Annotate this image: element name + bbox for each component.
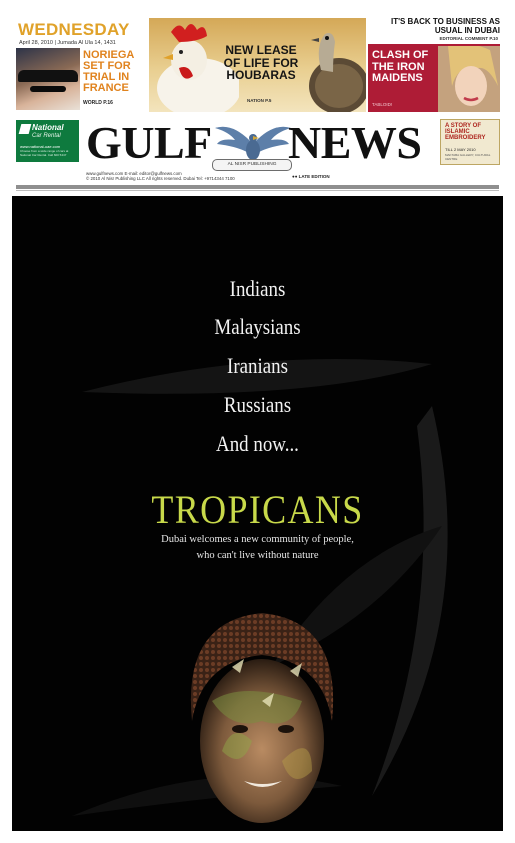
teaser-iron-maidens[interactable]: IT'S BACK TO BUSINESS AS USUAL IN DUBAI …	[368, 18, 500, 112]
logo-news[interactable]: NEWS	[288, 120, 422, 166]
newspaper-page: WEDNESDAY April 28, 2010 | Jumada Al Ula…	[12, 12, 503, 831]
teaser-headline: NORIEGA SET FOR TRIAL IN FRANCE	[83, 49, 134, 94]
national-car-rental-ad[interactable]: National Car Rental www.national-uae.com…	[16, 120, 79, 162]
teaser-section: WORLD P.16	[83, 100, 113, 106]
cap-shape	[18, 70, 78, 82]
advert-tagline: Dubai welcomes a new community of people…	[161, 534, 354, 545]
actress-photo	[438, 46, 500, 112]
nationality-line: And now...	[216, 431, 299, 456]
islamic-embroidery-ad[interactable]: A STORY OF ISLAMIC EMBROIDERY TILL 2 MAY…	[440, 119, 500, 165]
ad-title: National	[32, 123, 64, 132]
logo-gulf[interactable]: GULF	[86, 120, 212, 166]
advert-tagline: who can't live without nature	[196, 550, 319, 561]
top-story-section: EDITORIAL COMMENT P.10	[439, 36, 498, 41]
issue-date: April 28, 2010 | Jumada Al Ula 14, 1431	[19, 40, 116, 46]
noriega-photo	[16, 48, 80, 110]
teaser-headline: CLASH OF THE IRON MAIDENS	[372, 49, 429, 84]
publisher-badge: AL NISR PUBLISHING	[212, 159, 292, 171]
houbara-bird-image	[309, 33, 366, 112]
advert-headline: TROPICANS	[151, 487, 364, 532]
nationality-line: Malaysians	[214, 314, 301, 339]
copyright-line: © 2010 Al Nisr Publishing LLC All rights…	[86, 176, 235, 182]
teaser-houbaras[interactable]: NEW LEASE OF LIFE FOR HOUBARAS NATION P.…	[149, 18, 366, 112]
ad-subtitle: Car Rental	[32, 133, 61, 139]
ad-venue: MAKTABA GALLERY, CULTURAL CENTRE	[445, 153, 491, 161]
nationality-line: Iranians	[227, 353, 288, 378]
sunglasses-shape	[30, 86, 66, 92]
edition-label: ●● LATE EDITION	[292, 174, 330, 179]
masthead: WEDNESDAY April 28, 2010 | Jumada Al Ula…	[12, 12, 503, 196]
top-story-headline: IT'S BACK TO BUSINESS AS USUAL IN DUBAI	[390, 18, 500, 35]
ad-date: TILL 2 MAY 2010	[445, 147, 476, 152]
woman-portrait-image	[190, 613, 334, 823]
tropicans-advert[interactable]: Indians Malaysians Iranians Russians And…	[12, 196, 503, 831]
teaser-section: NATION P.5	[247, 98, 272, 103]
teaser-noriega[interactable]: WEDNESDAY April 28, 2010 | Jumada Al Ula…	[16, 18, 141, 112]
masthead-rule	[16, 185, 499, 189]
nationality-line: Russians	[223, 392, 292, 417]
national-logo-icon	[18, 124, 32, 134]
ad-title: A STORY OF ISLAMIC EMBROIDERY	[445, 123, 486, 142]
nationality-line: Indians	[229, 276, 286, 301]
teaser-section: TABLOID!	[372, 102, 393, 107]
weekday: WEDNESDAY	[18, 20, 130, 39]
contact-info: www.gulfnews.com E-mail: editor@gulfnews…	[86, 171, 235, 181]
teaser-headline: NEW LEASE OF LIFE FOR HOUBARAS	[223, 43, 299, 82]
ad-description: Choose from a wide range of cars at Nati…	[20, 149, 69, 157]
masthead-rule-thin	[16, 190, 499, 191]
